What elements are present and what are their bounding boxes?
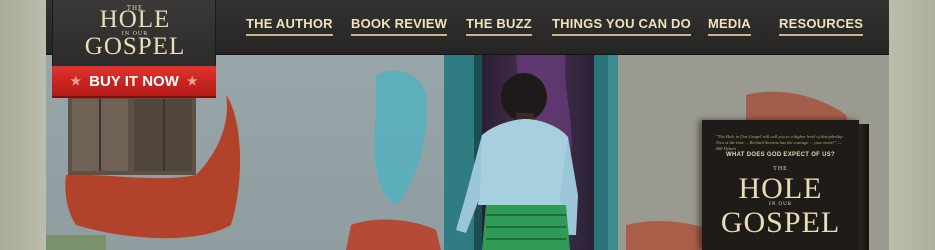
book-endorsement-quote: "The Hole in Our Gospel will call you to… <box>716 134 844 151</box>
logo-hole: HOLE <box>99 6 171 33</box>
nav-item-things-you-can-do[interactable]: THINGS YOU CAN DO <box>552 16 691 36</box>
book-title-hole: HOLE <box>738 172 823 205</box>
star-icon: ★ <box>186 74 198 88</box>
book-cover[interactable]: "The Hole in Our Gospel will call you to… <box>702 120 869 250</box>
site-logo[interactable]: THE HOLE IN OUR GOSPEL <box>52 0 216 66</box>
buy-it-now-label: BUY IT NOW <box>89 72 179 90</box>
logo-gospel: GOSPEL <box>84 33 186 60</box>
nav-item-resources[interactable]: RESOURCES <box>779 16 864 36</box>
star-icon: ★ <box>70 74 82 88</box>
nav-item-media[interactable]: MEDIA <box>708 16 751 36</box>
page-margin-right <box>889 0 935 250</box>
nav-item-book-review[interactable]: BOOK REVIEW <box>351 16 448 36</box>
book-title-gospel: GOSPEL <box>720 206 841 239</box>
book-spine <box>859 124 869 250</box>
nav-item-the-author[interactable]: THE AUTHOR <box>246 16 333 36</box>
header-banner: THE AUTHOR BOOK REVIEW THE BUZZ THINGS Y… <box>46 0 889 250</box>
page-margin-left <box>0 0 46 250</box>
book-tagline: WHAT DOES GOD EXPECT OF US? <box>726 152 835 158</box>
nav-item-the-buzz[interactable]: THE BUZZ <box>466 16 532 36</box>
buy-it-now-button[interactable]: ★ BUY IT NOW ★ <box>52 66 216 98</box>
